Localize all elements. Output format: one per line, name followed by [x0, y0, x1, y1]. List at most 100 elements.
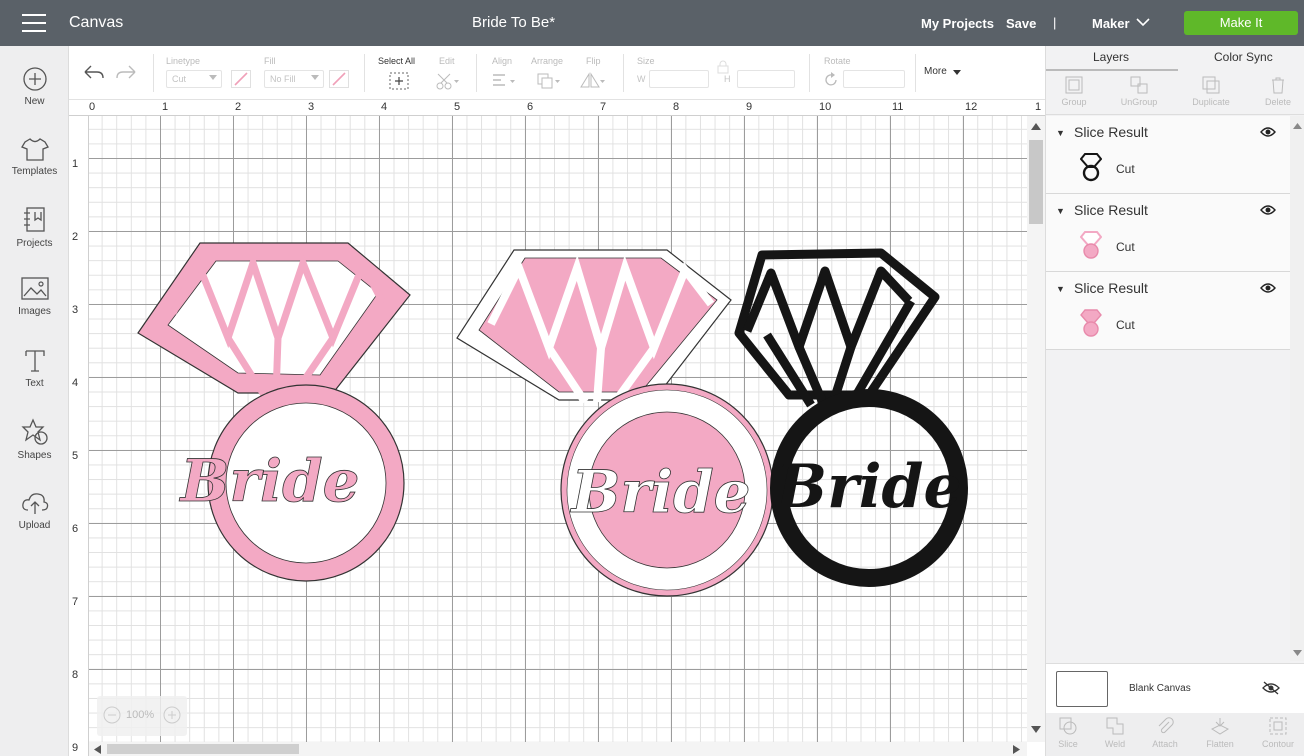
arrange-icon[interactable]: [536, 72, 562, 90]
ungroup-icon: [1130, 76, 1148, 94]
layer-name: Slice Result: [1074, 280, 1148, 296]
weld-icon: [1106, 717, 1124, 735]
flatten-button[interactable]: Flatten: [1195, 716, 1245, 749]
nav-new[interactable]: New: [0, 66, 69, 107]
ring-design-pink-outline[interactable]: Bride: [456, 249, 774, 597]
layer-item[interactable]: ▼ Slice Result Cut: [1046, 194, 1290, 272]
nav-templates-label: Templates: [11, 166, 58, 177]
eye-slash-icon[interactable]: [1262, 681, 1280, 695]
collapse-arrow-icon[interactable]: ▼: [1056, 206, 1065, 216]
linetype-color-swatch[interactable]: [231, 70, 251, 88]
scissors-icon[interactable]: [435, 72, 459, 90]
design-objects[interactable]: Bride Bride Bride: [69, 100, 1045, 756]
nav-text-label: Text: [25, 378, 44, 389]
chevron-down-icon: [209, 75, 217, 80]
flip-icon[interactable]: [579, 72, 605, 90]
active-tab-indicator: [1046, 69, 1178, 71]
scroll-left-icon[interactable]: [93, 745, 101, 754]
rotate-icon: [825, 72, 837, 86]
width-input[interactable]: [649, 70, 709, 88]
app-title: Canvas: [69, 14, 124, 31]
bride-text-2: Bride: [569, 458, 750, 526]
layers-scrollbar[interactable]: [1290, 116, 1304, 661]
bride-text-1: Bride: [178, 447, 359, 515]
my-projects-link[interactable]: My Projects: [921, 16, 994, 31]
tab-layers[interactable]: Layers: [1093, 50, 1129, 64]
zoom-out-icon[interactable]: [103, 706, 121, 724]
scroll-down-icon[interactable]: [1031, 726, 1041, 734]
nav-text[interactable]: Text: [0, 348, 69, 389]
header-separator: |: [1053, 15, 1057, 30]
horizontal-scrollbar[interactable]: [89, 742, 1027, 756]
attach-button[interactable]: Attach: [1140, 716, 1190, 749]
layer-thumbnail: [1080, 153, 1102, 182]
tab-color-sync[interactable]: Color Sync: [1214, 50, 1273, 64]
contour-label: Contour: [1261, 739, 1295, 749]
ring-design-pink[interactable]: Bride: [137, 242, 411, 582]
machine-select[interactable]: Maker: [1092, 16, 1130, 31]
duplicate-icon: [1202, 76, 1220, 94]
zoom-level: 100%: [126, 709, 155, 721]
ungroup-button[interactable]: UnGroup: [1111, 75, 1167, 107]
blank-canvas-swatch[interactable]: [1056, 671, 1108, 707]
fill-color-swatch[interactable]: [329, 70, 349, 88]
layer-item[interactable]: ▼ Slice Result Cut: [1046, 272, 1290, 350]
horizontal-scroll-thumb[interactable]: [107, 744, 299, 754]
left-sidebar: New Templates Projects Images Text Shape…: [0, 46, 69, 756]
eye-icon[interactable]: [1260, 126, 1276, 138]
nav-images[interactable]: Images: [0, 276, 69, 317]
group-button[interactable]: Group: [1046, 75, 1102, 107]
nav-new-label: New: [24, 96, 45, 107]
duplicate-label: Duplicate: [1192, 97, 1230, 107]
vertical-scroll-thumb[interactable]: [1029, 140, 1043, 224]
zoom-control: 100%: [97, 696, 187, 736]
eye-icon[interactable]: [1260, 204, 1276, 216]
align-icon[interactable]: [491, 72, 517, 90]
contour-button[interactable]: Contour: [1253, 716, 1303, 749]
nav-shapes[interactable]: Shapes: [0, 418, 69, 461]
ring-design-black[interactable]: Bride: [734, 248, 968, 587]
scroll-up-icon[interactable]: [1031, 122, 1041, 130]
nav-projects[interactable]: Projects: [0, 206, 69, 249]
weld-button[interactable]: Weld: [1090, 716, 1140, 749]
vertical-scrollbar[interactable]: [1027, 116, 1045, 742]
chevron-down-icon: [311, 75, 319, 80]
save-button[interactable]: Save: [1006, 16, 1036, 31]
collapse-arrow-icon[interactable]: ▼: [1056, 128, 1065, 138]
document-title[interactable]: Bride To Be*: [472, 14, 555, 31]
layer-item[interactable]: ▼ Slice Result Cut: [1046, 116, 1290, 194]
delete-label: Delete: [1264, 97, 1291, 107]
nav-templates[interactable]: Templates: [0, 136, 69, 177]
toolbar-divider: [623, 54, 624, 92]
more-button[interactable]: More: [924, 66, 947, 77]
zoom-in-icon[interactable]: [163, 706, 181, 724]
select-all-icon[interactable]: [389, 72, 409, 90]
shapes-icon: [20, 418, 48, 445]
chevron-down-icon[interactable]: [1136, 17, 1150, 27]
duplicate-button[interactable]: Duplicate: [1183, 75, 1239, 107]
hamburger-menu-icon[interactable]: [22, 14, 46, 32]
plus-circle-icon: [22, 67, 47, 91]
edit-toolbar: Linetype Cut Fill No Fill Select All Edi…: [69, 46, 1045, 100]
redo-icon[interactable]: [115, 64, 137, 82]
blank-canvas-row[interactable]: Blank Canvas: [1046, 663, 1304, 713]
eye-icon[interactable]: [1260, 282, 1276, 294]
scroll-down-icon[interactable]: [1293, 650, 1302, 657]
toolbar-divider: [476, 54, 477, 92]
bride-text-3: Bride: [774, 452, 961, 522]
rotate-input[interactable]: [843, 70, 905, 88]
scroll-right-icon[interactable]: [1013, 745, 1021, 754]
flatten-icon: [1210, 718, 1230, 735]
design-canvas[interactable]: 0 1 2 3 4 5 6 7 8 9 10 11 12 1 1 2 3 4 5…: [69, 100, 1045, 756]
make-it-button[interactable]: Make It: [1184, 11, 1298, 35]
scroll-up-icon[interactable]: [1293, 122, 1302, 129]
linetype-label: Linetype: [166, 56, 201, 66]
select-all-label: Select All: [378, 56, 416, 66]
height-input[interactable]: [737, 70, 795, 88]
delete-button[interactable]: Delete: [1250, 75, 1304, 107]
lock-icon[interactable]: [717, 60, 729, 74]
nav-upload[interactable]: Upload: [0, 490, 69, 531]
undo-icon[interactable]: [83, 64, 105, 82]
slice-button[interactable]: Slice: [1043, 716, 1093, 749]
collapse-arrow-icon[interactable]: ▼: [1056, 284, 1065, 294]
